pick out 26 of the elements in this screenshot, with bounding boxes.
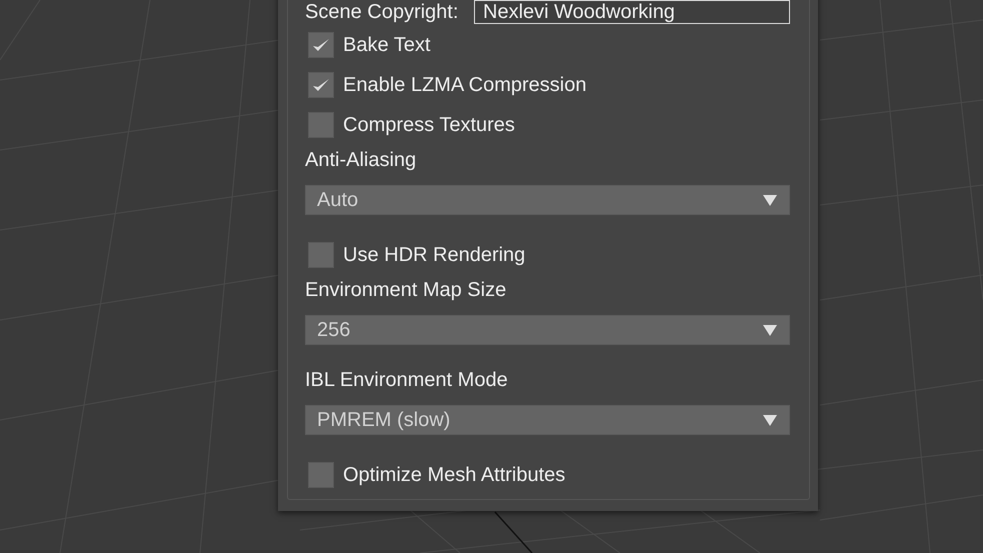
checkbox-label: Use HDR Rendering bbox=[343, 243, 526, 268]
dropdown-arrow-icon bbox=[763, 414, 777, 426]
checkbox[interactable] bbox=[308, 242, 334, 268]
dropdown-label: Environment Map Size bbox=[305, 278, 506, 303]
dropdown[interactable]: Auto bbox=[305, 185, 790, 215]
checkbox-label: Bake Text bbox=[343, 33, 430, 58]
dropdown-value: PMREM (slow) bbox=[317, 408, 450, 433]
checkbox-label: Optimize Mesh Attributes bbox=[343, 463, 566, 488]
checkbox[interactable] bbox=[308, 72, 334, 98]
dropdown-arrow-icon bbox=[763, 194, 777, 206]
dropdown[interactable]: PMREM (slow) bbox=[305, 405, 790, 435]
dropdown-arrow-icon bbox=[763, 324, 777, 336]
dropdown[interactable]: 256 bbox=[305, 315, 790, 345]
checkbox[interactable] bbox=[308, 462, 334, 488]
checkmark-icon bbox=[312, 37, 330, 53]
checkbox[interactable] bbox=[308, 112, 334, 138]
text-field[interactable]: Nexlevi Woodworking bbox=[474, 0, 790, 24]
field-label: Scene Copyright: bbox=[305, 0, 460, 25]
dropdown-label: Anti-Aliasing bbox=[305, 148, 416, 173]
checkbox-label: Enable LZMA Compression bbox=[343, 73, 586, 98]
dropdown-label: IBL Environment Mode bbox=[305, 368, 508, 393]
checkmark-icon bbox=[312, 77, 330, 93]
dropdown-value: Auto bbox=[317, 188, 358, 213]
checkbox[interactable] bbox=[308, 32, 334, 58]
checkbox-label: Compress Textures bbox=[343, 113, 515, 138]
dropdown-value: 256 bbox=[317, 318, 350, 343]
